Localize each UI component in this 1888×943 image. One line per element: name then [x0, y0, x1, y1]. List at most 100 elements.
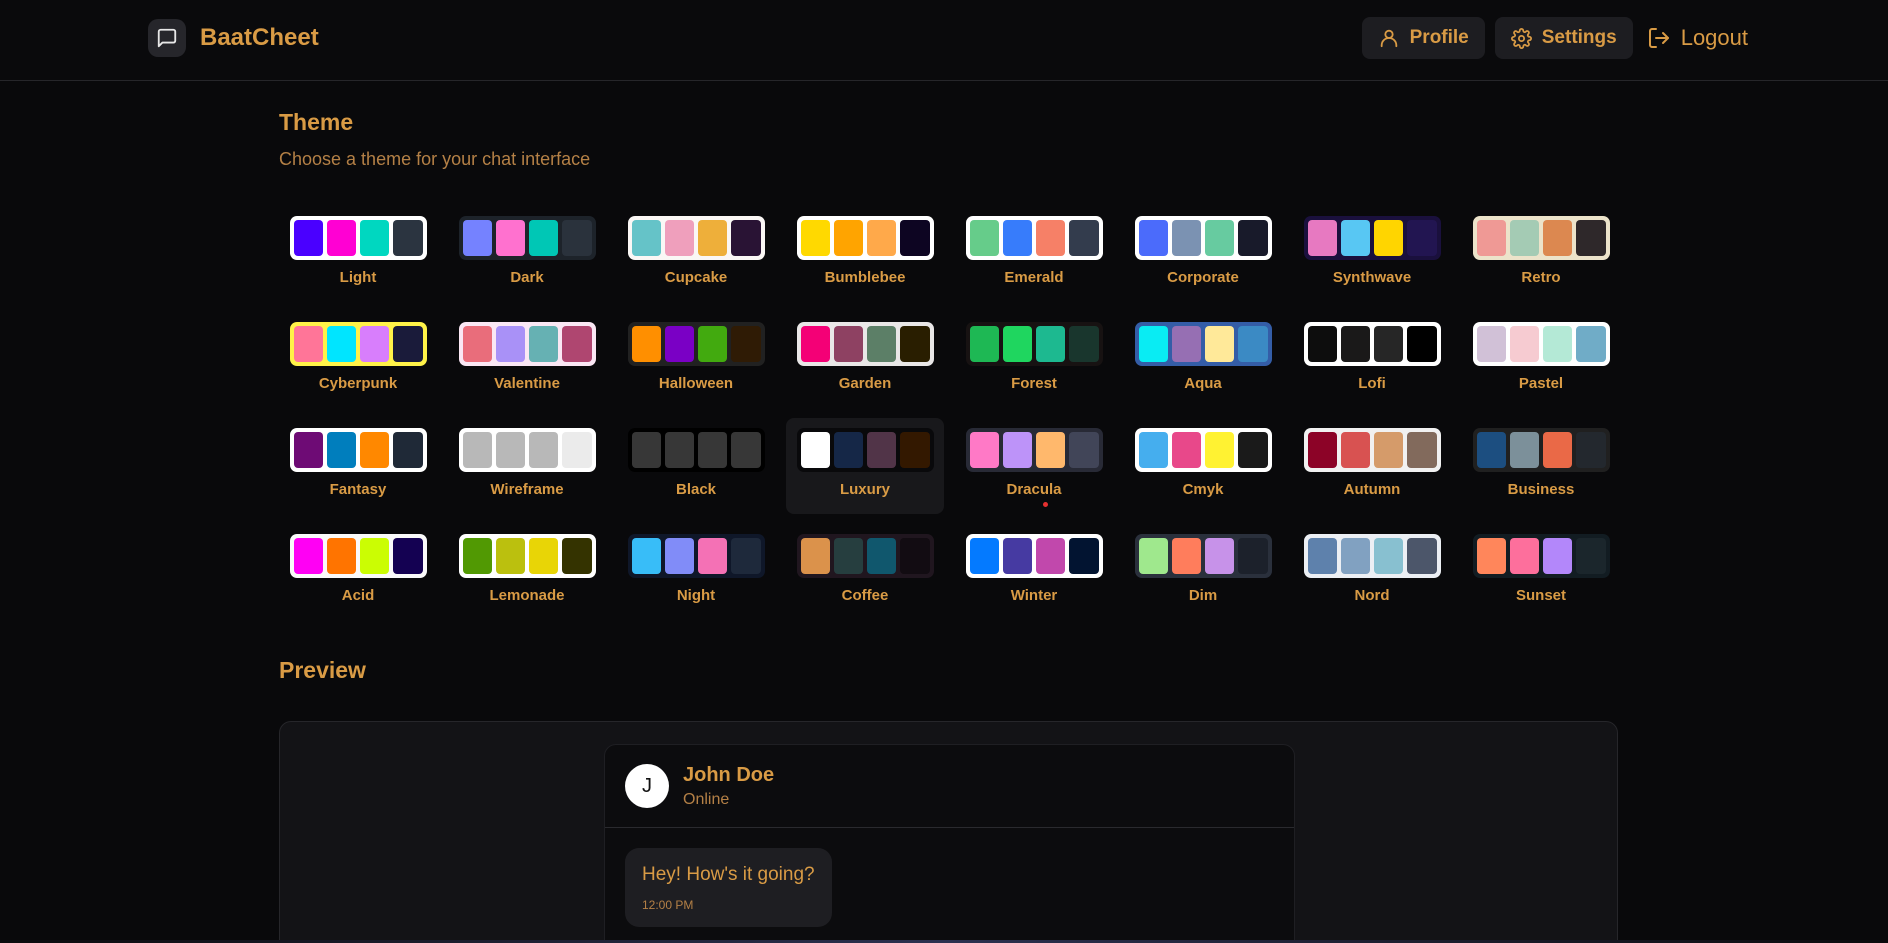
- swatch-color: [867, 220, 897, 256]
- swatch-color: [1374, 220, 1404, 256]
- theme-name: Dim: [1188, 587, 1218, 604]
- theme-option-cmyk[interactable]: Cmyk: [1124, 418, 1282, 514]
- swatch-color: [1543, 432, 1573, 468]
- theme-option-emerald[interactable]: Emerald: [955, 206, 1113, 302]
- swatch-color: [1307, 326, 1337, 362]
- theme-option-wireframe[interactable]: Wireframe: [448, 418, 606, 514]
- theme-option-bumblebee[interactable]: Bumblebee: [786, 206, 944, 302]
- swatch-color: [698, 326, 728, 362]
- swatch-color: [562, 220, 592, 256]
- theme-option-forest[interactable]: Forest: [955, 312, 1113, 408]
- profile-button[interactable]: Profile: [1361, 17, 1485, 59]
- navbar: BaatCheet Profile Settings Logout: [0, 0, 1888, 81]
- logout-button[interactable]: Logout: [1643, 17, 1752, 59]
- theme-option-autumn[interactable]: Autumn: [1293, 418, 1451, 514]
- theme-swatch: [1472, 322, 1610, 366]
- swatch-color: [1340, 538, 1370, 574]
- theme-option-sunset[interactable]: Sunset: [1462, 524, 1620, 620]
- theme-option-light[interactable]: Light: [279, 206, 437, 302]
- swatch-color: [1036, 220, 1066, 256]
- swatch-color: [969, 326, 999, 362]
- theme-option-lemonade[interactable]: Lemonade: [448, 524, 606, 620]
- theme-name: Garden: [838, 375, 892, 392]
- preview-panel: J John Doe Online Hey! How's it going? 1…: [279, 721, 1618, 943]
- swatch-color: [1205, 220, 1235, 256]
- swatch-color: [900, 326, 930, 362]
- theme-option-dim[interactable]: Dim: [1124, 524, 1282, 620]
- swatch-color: [529, 326, 559, 362]
- theme-option-corporate[interactable]: Corporate: [1124, 206, 1282, 302]
- message-text: Hey! How's it going?: [642, 864, 815, 885]
- theme-option-garden[interactable]: Garden: [786, 312, 944, 408]
- theme-option-night[interactable]: Night: [617, 524, 775, 620]
- swatch-color: [664, 538, 694, 574]
- theme-swatch: [289, 322, 427, 366]
- swatch-color: [731, 432, 761, 468]
- app-name: BaatCheet: [200, 24, 319, 51]
- theme-option-halloween[interactable]: Halloween: [617, 312, 775, 408]
- swatch-color: [1205, 432, 1235, 468]
- theme-option-acid[interactable]: Acid: [279, 524, 437, 620]
- theme-option-pastel[interactable]: Pastel: [1462, 312, 1620, 408]
- brand[interactable]: BaatCheet: [148, 19, 319, 57]
- theme-name: Corporate: [1167, 269, 1239, 286]
- swatch-color: [1576, 220, 1606, 256]
- theme-swatch: [1303, 216, 1441, 260]
- swatch-color: [1476, 432, 1506, 468]
- swatch-color: [562, 538, 592, 574]
- swatch-color: [1002, 326, 1032, 362]
- theme-name: Acid: [341, 587, 375, 604]
- swatch-color: [495, 432, 525, 468]
- swatch-color: [1476, 326, 1506, 362]
- theme-option-dracula[interactable]: Dracula: [955, 418, 1113, 514]
- contact-name: John Doe: [683, 763, 775, 786]
- theme-option-valentine[interactable]: Valentine: [448, 312, 606, 408]
- user-icon: [1380, 29, 1397, 48]
- swatch-color: [1509, 432, 1539, 468]
- theme-option-winter[interactable]: Winter: [955, 524, 1113, 620]
- theme-name: Cupcake: [664, 269, 728, 286]
- swatch-color: [1238, 538, 1268, 574]
- theme-option-dark[interactable]: Dark: [448, 206, 606, 302]
- swatch-color: [969, 432, 999, 468]
- theme-option-coffee[interactable]: Coffee: [786, 524, 944, 620]
- swatch-color: [867, 326, 897, 362]
- swatch-color: [293, 538, 323, 574]
- theme-option-cupcake[interactable]: Cupcake: [617, 206, 775, 302]
- theme-option-lofi[interactable]: Lofi: [1293, 312, 1451, 408]
- theme-name: Autumn: [1343, 481, 1401, 498]
- theme-option-fantasy[interactable]: Fantasy: [279, 418, 437, 514]
- theme-option-retro[interactable]: Retro: [1462, 206, 1620, 302]
- swatch-color: [462, 220, 492, 256]
- theme-swatch: [796, 216, 934, 260]
- swatch-color: [1374, 326, 1404, 362]
- theme-option-aqua[interactable]: Aqua: [1124, 312, 1282, 408]
- swatch-color: [833, 220, 863, 256]
- swatch-color: [1307, 432, 1337, 468]
- theme-option-synthwave[interactable]: Synthwave: [1293, 206, 1451, 302]
- theme-option-nord[interactable]: Nord: [1293, 524, 1451, 620]
- theme-name: Business: [1507, 481, 1575, 498]
- swatch-color: [529, 538, 559, 574]
- theme-name: Emerald: [1004, 269, 1064, 286]
- swatch-color: [1543, 538, 1573, 574]
- swatch-color: [1138, 220, 1168, 256]
- theme-option-black[interactable]: Black: [617, 418, 775, 514]
- theme-name: Synthwave: [1332, 269, 1412, 286]
- swatch-color: [1340, 432, 1370, 468]
- theme-option-business[interactable]: Business: [1462, 418, 1620, 514]
- preview-heading: Preview: [279, 657, 366, 683]
- swatch-color: [1509, 220, 1539, 256]
- swatch-color: [1307, 538, 1337, 574]
- swatch-color: [462, 432, 492, 468]
- settings-button[interactable]: Settings: [1494, 17, 1633, 59]
- swatch-color: [833, 432, 863, 468]
- swatch-color: [664, 432, 694, 468]
- swatch-color: [731, 220, 761, 256]
- swatch-color: [393, 326, 423, 362]
- swatch-color: [1171, 220, 1201, 256]
- theme-swatch: [627, 428, 765, 472]
- theme-option-luxury[interactable]: Luxury: [786, 418, 944, 514]
- swatch-color: [1407, 538, 1437, 574]
- theme-option-cyberpunk[interactable]: Cyberpunk: [279, 312, 437, 408]
